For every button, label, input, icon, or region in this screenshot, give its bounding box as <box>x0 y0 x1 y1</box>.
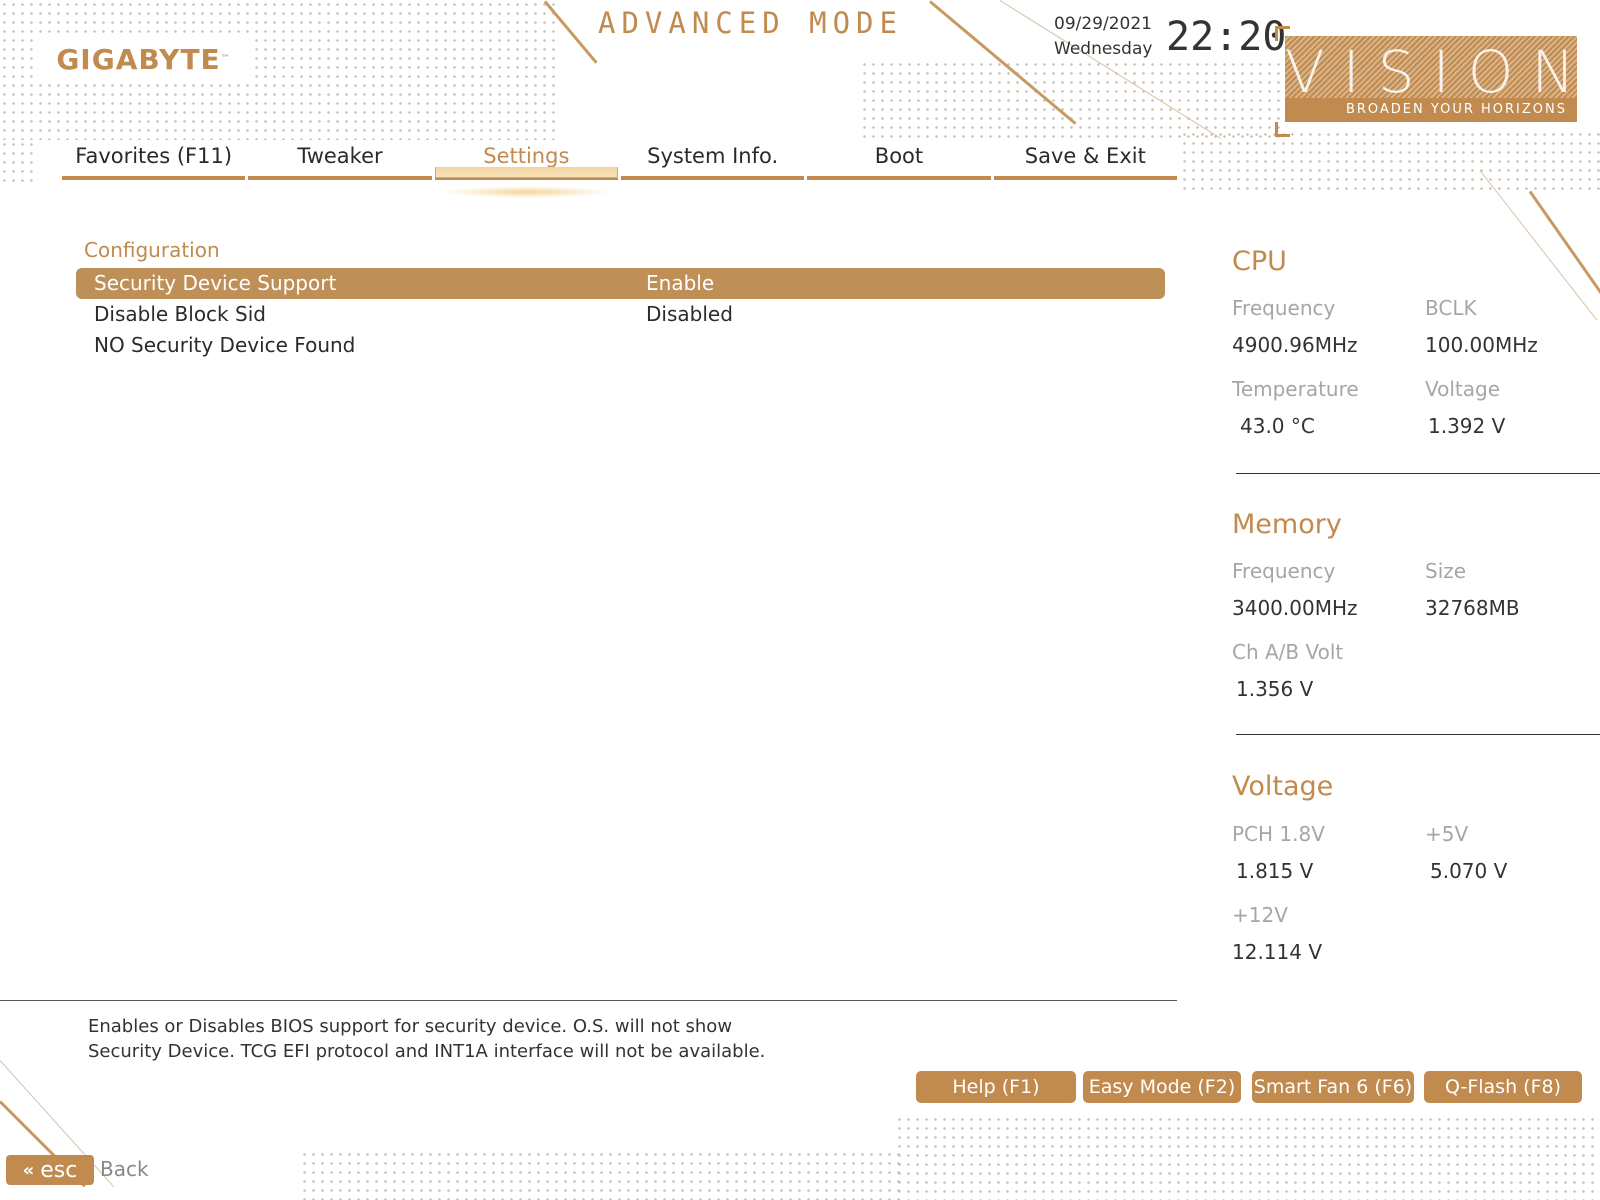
memory-frequency-label: Frequency <box>1232 559 1336 583</box>
memory-separator <box>1236 734 1600 735</box>
memory-size-label: Size <box>1425 559 1467 583</box>
setting-value[interactable]: Disabled <box>646 302 733 326</box>
clock-display: 22:20 <box>1166 14 1287 60</box>
header-dot-pattern-right <box>860 60 1280 140</box>
memory-volt-value: 1.356 V <box>1236 677 1314 701</box>
q-flash-button[interactable]: Q-Flash (F8) <box>1424 1071 1582 1103</box>
help-divider <box>0 1000 1177 1001</box>
back-label[interactable]: Back <box>100 1157 149 1181</box>
active-tab-glow <box>442 186 612 198</box>
double-chevron-left-icon: « <box>22 1159 35 1181</box>
memory-size-value: 32768MB <box>1425 596 1520 620</box>
setting-row-disable-block-sid[interactable]: Disable Block Sid Disabled <box>76 299 1165 330</box>
panel-accent-line <box>1479 170 1598 321</box>
cpu-bclk-value: 100.00MHz <box>1425 333 1538 357</box>
cpu-voltage-value: 1.392 V <box>1428 414 1506 438</box>
cpu-temperature-label: Temperature <box>1232 377 1359 401</box>
tab-boot[interactable]: Boot <box>807 142 991 180</box>
section-title: Configuration <box>84 238 220 262</box>
left-dot-pattern <box>0 140 36 188</box>
cpu-voltage-label: Voltage <box>1425 377 1501 401</box>
help-button[interactable]: Help (F1) <box>916 1071 1076 1103</box>
footer-dot-pattern <box>300 1150 900 1200</box>
smart-fan-button[interactable]: Smart Fan 6 (F6) <box>1252 1071 1414 1103</box>
gigabyte-logo: GIGABYTE ™ <box>34 36 252 82</box>
corner-dot-pattern <box>1180 130 1600 190</box>
tab-tweaker[interactable]: Tweaker <box>248 142 432 180</box>
setting-row-security-device-support[interactable]: Security Device Support Enable <box>76 268 1165 299</box>
brand-text: GIGABYTE <box>56 42 221 76</box>
voltage-heading: Voltage <box>1232 771 1334 802</box>
setting-value[interactable]: Enable <box>646 271 714 295</box>
date-display: 09/29/2021 <box>1054 14 1152 34</box>
vision-logo-text: VISION <box>1285 38 1593 106</box>
5v-value: 5.070 V <box>1430 859 1508 883</box>
tab-system-info[interactable]: System Info. <box>620 142 805 180</box>
tab-save-exit[interactable]: Save & Exit <box>993 142 1177 180</box>
mode-title: ADVANCED MODE <box>598 6 903 40</box>
esc-key-label: esc <box>40 1157 78 1183</box>
panel-accent-line-2 <box>1528 190 1600 316</box>
cpu-frequency-label: Frequency <box>1232 296 1336 320</box>
memory-frequency-value: 3400.00MHz <box>1232 596 1358 620</box>
pch-voltage-label: PCH 1.8V <box>1232 822 1325 846</box>
vision-tagline: BROADEN YOUR HORIZONS <box>1285 98 1577 122</box>
help-text-line-1: Enables or Disables BIOS support for sec… <box>88 1016 733 1037</box>
cpu-separator <box>1236 473 1600 474</box>
setting-label: Security Device Support <box>94 271 337 295</box>
easy-mode-button[interactable]: Easy Mode (F2) <box>1083 1071 1241 1103</box>
main-tab-bar: Favorites (F11) Tweaker Settings System … <box>62 142 1177 180</box>
vision-series-logo: VISION BROADEN YOUR HORIZONS <box>1285 36 1577 122</box>
cpu-heading: CPU <box>1232 246 1287 277</box>
tab-settings[interactable]: Settings <box>434 142 619 180</box>
memory-heading: Memory <box>1232 509 1342 540</box>
cpu-frequency-value: 4900.96MHz <box>1232 333 1358 357</box>
brand-trademark: ™ <box>220 54 230 64</box>
help-text-line-2: Security Device. TCG EFI protocol and IN… <box>88 1041 766 1062</box>
footer-dot-pattern-right <box>895 1115 1600 1200</box>
setting-label: NO Security Device Found <box>94 333 356 357</box>
5v-label: +5V <box>1425 822 1469 846</box>
12v-label: +12V <box>1232 903 1288 927</box>
tab-favorites[interactable]: Favorites (F11) <box>62 142 246 180</box>
setting-label: Disable Block Sid <box>94 302 266 326</box>
pch-voltage-value: 1.815 V <box>1236 859 1314 883</box>
weekday-display: Wednesday <box>1054 39 1153 59</box>
12v-value: 12.114 V <box>1232 940 1323 964</box>
memory-volt-label: Ch A/B Volt <box>1232 640 1344 664</box>
cpu-temperature-value: 43.0 °C <box>1240 414 1315 438</box>
setting-row-no-security-device: NO Security Device Found <box>76 330 1165 361</box>
cpu-bclk-label: BCLK <box>1425 296 1477 320</box>
logo-bracket-bottom-left <box>1275 122 1290 137</box>
esc-back-button[interactable]: « esc <box>6 1155 94 1185</box>
